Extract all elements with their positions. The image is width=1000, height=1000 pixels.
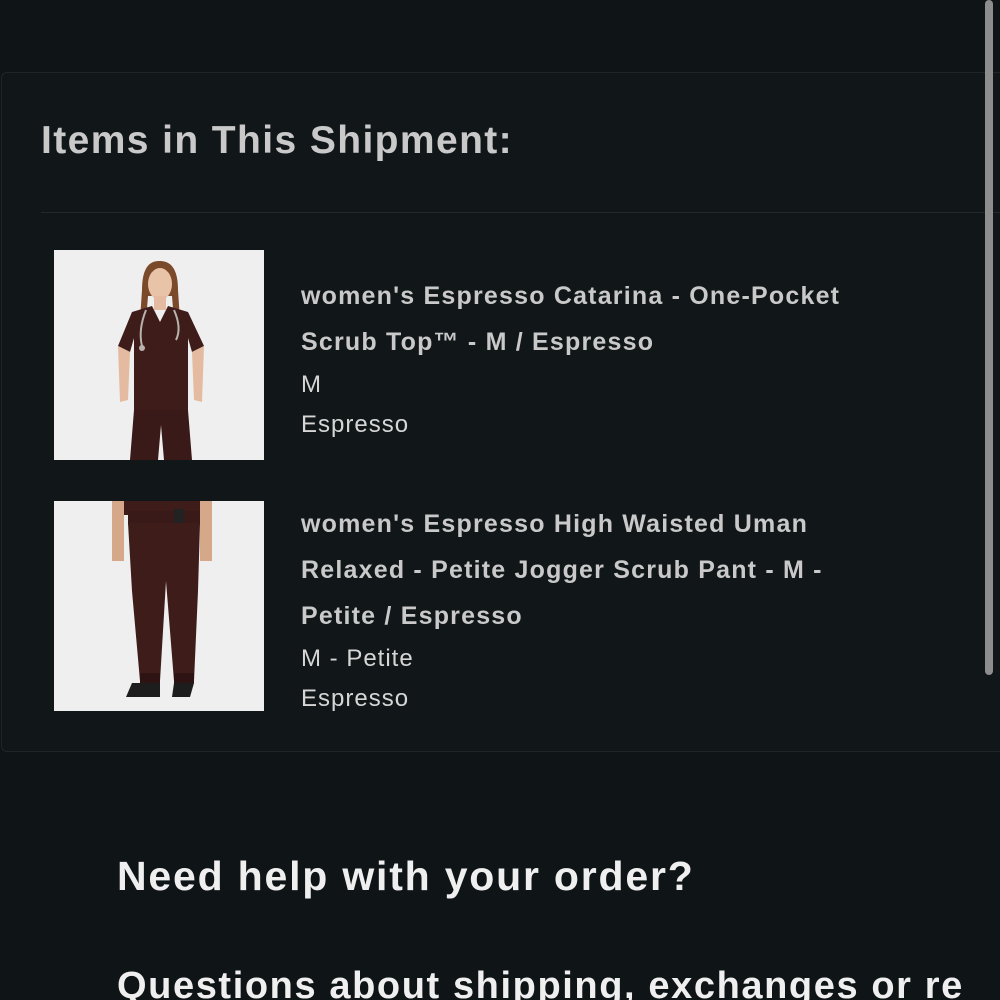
page: Items in This Shipment: women's Espresso…	[0, 0, 1000, 1000]
item-color: Espresso	[301, 411, 410, 438]
item-size: M	[301, 371, 322, 398]
divider	[41, 212, 1000, 213]
item-color: Espresso	[301, 685, 410, 712]
item-details: women's Espresso High Waisted Uman Relax…	[301, 501, 901, 719]
item-size: M - Petite	[301, 645, 414, 672]
shipment-title: Items in This Shipment:	[41, 119, 514, 162]
shipment-items-card: Items in This Shipment: women's Espresso…	[1, 72, 1000, 752]
item-name[interactable]: women's Espresso High Waisted Uman Relax…	[301, 501, 901, 639]
scrollbar[interactable]	[985, 0, 993, 675]
item-name[interactable]: women's Espresso Catarina - One-Pocket S…	[301, 273, 901, 365]
product-image	[54, 501, 264, 711]
product-image	[54, 250, 264, 460]
help-title: Need help with your order?	[117, 853, 695, 899]
help-text: Questions about shipping, exchanges or r…	[117, 965, 964, 1000]
item-details: women's Espresso Catarina - One-Pocket S…	[301, 273, 901, 445]
